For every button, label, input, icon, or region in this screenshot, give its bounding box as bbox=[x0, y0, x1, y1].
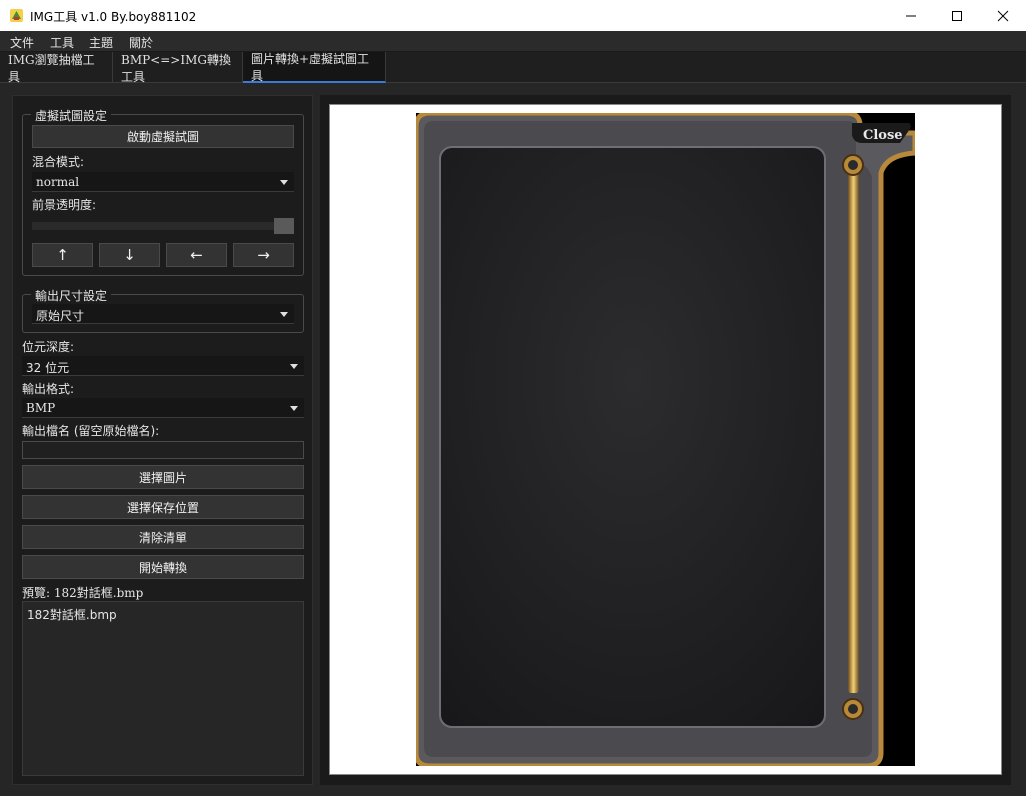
tab-image-convert-virtual[interactable]: 圖片轉換+虛擬試圖工具 bbox=[243, 52, 386, 83]
menu-theme[interactable]: 主題 bbox=[89, 34, 113, 51]
bottom-edge bbox=[0, 796, 1026, 800]
minimize-button[interactable] bbox=[888, 0, 934, 31]
preview-label: 預覽: 182對話框.bmp bbox=[22, 586, 144, 600]
maximize-button[interactable] bbox=[934, 0, 980, 31]
close-button[interactable] bbox=[980, 0, 1026, 31]
minimize-icon bbox=[906, 15, 916, 16]
close-text: Close bbox=[863, 128, 903, 143]
move-left-button[interactable]: ← bbox=[166, 243, 227, 267]
window-title: IMG工具 v1.0 By.boy881102 bbox=[30, 10, 197, 24]
output-size-value: 原始尺寸 bbox=[36, 309, 85, 323]
menu-file[interactable]: 文件 bbox=[10, 34, 34, 51]
opacity-slider-thumb[interactable] bbox=[274, 218, 294, 234]
menu-bar: 文件 工具 主題 關於 bbox=[0, 31, 1026, 52]
output-format-value: BMP bbox=[26, 401, 56, 415]
opacity-slider-track[interactable] bbox=[32, 222, 294, 230]
virtual-view-group-title: 虛擬試圖設定 bbox=[31, 107, 112, 124]
chevron-down-icon bbox=[280, 312, 288, 317]
opacity-label: 前景透明度: bbox=[32, 198, 97, 212]
chevron-down-icon bbox=[290, 406, 298, 411]
bit-depth-value: 32 位元 bbox=[26, 361, 70, 375]
start-convert-button[interactable]: 開始轉換 bbox=[22, 555, 304, 579]
tab-bar: IMG瀏覽抽檔工具 BMP<=>IMG轉換工具 圖片轉換+虛擬試圖工具 bbox=[0, 52, 1026, 84]
close-icon bbox=[997, 10, 1009, 21]
output-name-label: 輸出檔名 (留空原始檔名): bbox=[22, 424, 160, 438]
select-save-location-button[interactable]: 選擇保存位置 bbox=[22, 495, 304, 519]
move-down-button[interactable]: ↓ bbox=[99, 243, 160, 267]
output-size-select[interactable]: 原始尺寸 bbox=[32, 304, 294, 324]
preview-image: Close bbox=[416, 113, 915, 766]
file-list[interactable]: 182對話框.bmp bbox=[22, 601, 304, 776]
menu-tools[interactable]: 工具 bbox=[50, 34, 74, 51]
app-icon bbox=[10, 9, 23, 22]
chevron-down-icon bbox=[280, 180, 288, 185]
chevron-down-icon bbox=[290, 364, 298, 369]
blend-mode-select[interactable]: normal bbox=[32, 172, 294, 192]
title-bar: IMG工具 v1.0 By.boy881102 bbox=[0, 0, 1026, 31]
output-format-select[interactable]: BMP bbox=[22, 398, 304, 418]
move-up-button[interactable]: ↑ bbox=[32, 243, 93, 267]
bit-depth-select[interactable]: 32 位元 bbox=[22, 356, 304, 376]
output-format-label: 輸出格式: bbox=[22, 382, 75, 396]
tab-img-browser[interactable]: IMG瀏覽抽檔工具 bbox=[0, 52, 113, 84]
blend-mode-value: normal bbox=[36, 175, 80, 189]
select-image-button[interactable]: 選擇圖片 bbox=[22, 465, 304, 489]
bit-depth-label: 位元深度: bbox=[22, 340, 75, 354]
output-name-input[interactable] bbox=[22, 441, 304, 459]
start-virtual-view-button[interactable]: 啟動虛擬試圖 bbox=[32, 125, 294, 148]
blend-mode-label: 混合模式: bbox=[32, 155, 85, 169]
clear-list-button[interactable]: 清除清單 bbox=[22, 525, 304, 549]
output-size-group-title: 輸出尺寸設定 bbox=[31, 287, 112, 304]
maximize-icon bbox=[952, 10, 962, 21]
menu-about[interactable]: 關於 bbox=[129, 34, 153, 51]
tab-bmp-img-convert[interactable]: BMP<=>IMG轉換工具 bbox=[113, 52, 243, 84]
list-item[interactable]: 182對話框.bmp bbox=[27, 606, 117, 623]
move-right-button[interactable]: → bbox=[233, 243, 294, 267]
